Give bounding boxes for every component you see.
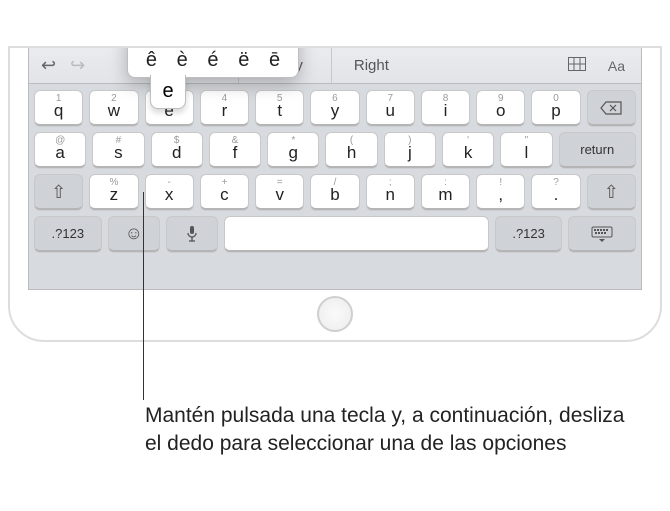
key-p[interactable]: 0p [531,90,580,126]
keyboard-screen: ė ę ê è é ë ē e ↩ ↪ Really Right Aa [28,48,642,290]
numbers-key-right[interactable]: .?123 [495,216,563,252]
key-s[interactable]: #s [92,132,144,168]
key-i[interactable]: 8i [421,90,470,126]
key-q[interactable]: 1q [34,90,83,126]
formatting-icon[interactable]: Aa [600,58,633,74]
accent-option[interactable]: é [198,46,228,75]
key-row-2: @a #s $d &f *g (h )j 'k "l return [34,132,636,168]
key-g[interactable]: *g [267,132,319,168]
accent-popup: ė ę ê è é ë ē e [127,46,299,78]
key-r[interactable]: 4r [200,90,249,126]
redo-icon[interactable]: ↪ [66,55,89,76]
dictation-key[interactable] [166,216,218,252]
key-y[interactable]: 6y [310,90,359,126]
keyboard-function-bar: ↩ ↪ Really Right Aa [29,48,641,84]
hide-keyboard-key[interactable] [568,216,636,252]
emoji-key[interactable]: ☺ [108,216,160,252]
shift-key-left[interactable]: ⇧ [34,174,83,210]
table-icon[interactable] [560,57,594,74]
shift-key-right[interactable]: ⇧ [587,174,636,210]
key-row-1: 1q 2w 3e 4r 5t 6y 7u 8i 9o 0p [34,90,636,126]
spacebar[interactable] [224,216,488,252]
key-m[interactable]: :m [421,174,470,210]
key-period[interactable]: ?. [531,174,580,210]
key-o[interactable]: 9o [476,90,525,126]
accent-option[interactable]: ē [260,46,290,75]
backspace-key[interactable] [587,90,636,126]
key-z[interactable]: %z [89,174,138,210]
key-c[interactable]: +c [200,174,249,210]
key-u[interactable]: 7u [366,90,415,126]
key-row-3: ⇧ %z -x +c =v /b ;n :m !, ?. ⇧ [34,174,636,210]
accent-option[interactable]: ê [136,46,166,75]
key-t[interactable]: 5t [255,90,304,126]
key-n[interactable]: ;n [366,174,415,210]
suggestion-2[interactable]: Right [331,48,411,83]
numbers-key-left[interactable]: .?123 [34,216,102,252]
key-v[interactable]: =v [255,174,304,210]
key-a[interactable]: @a [34,132,86,168]
ipad-device-frame: ė ę ê è é ë ē e ↩ ↪ Really Right Aa [8,46,662,342]
key-j[interactable]: )j [384,132,436,168]
key-w[interactable]: 2w [89,90,138,126]
key-k[interactable]: 'k [442,132,494,168]
callout-leader-line [143,192,144,400]
return-key[interactable]: return [559,132,636,168]
key-comma[interactable]: !, [476,174,525,210]
key-x[interactable]: -x [145,174,194,210]
keyboard-keys-area: 1q 2w 3e 4r 5t 6y 7u 8i 9o 0p @a #s $d &… [29,84,641,289]
key-d[interactable]: $d [151,132,203,168]
accent-option[interactable]: ë [229,46,259,75]
undo-icon[interactable]: ↩ [37,55,60,76]
accent-option[interactable]: è [167,46,197,75]
accent-popup-stem: e [150,75,186,109]
callout-text: Mantén pulsada una tecla y, a continuaci… [145,402,625,459]
key-b[interactable]: /b [310,174,359,210]
home-button[interactable] [317,296,353,332]
key-f[interactable]: &f [209,132,261,168]
key-h[interactable]: (h [325,132,377,168]
key-row-4: .?123 ☺ .?123 [34,216,636,252]
key-l[interactable]: "l [500,132,552,168]
